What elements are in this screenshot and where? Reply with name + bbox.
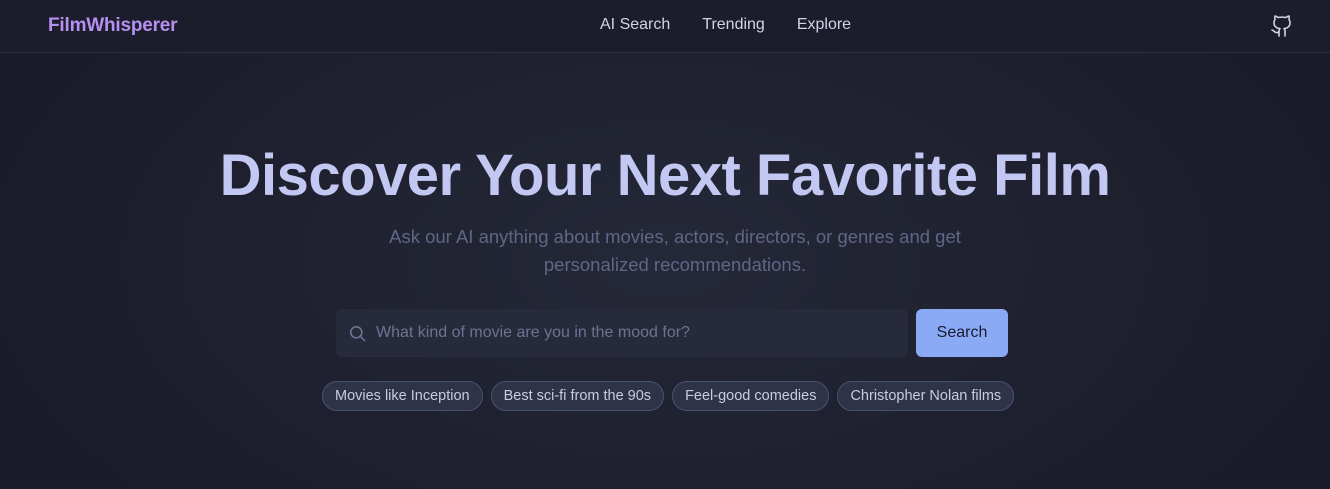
search-button[interactable]: Search [916, 309, 1008, 357]
search-icon [348, 324, 367, 343]
page: FilmWhisperer AI Search Trending Explore… [0, 0, 1330, 489]
suggestion-chip-comedies[interactable]: Feel-good comedies [672, 381, 830, 411]
suggestion-chip-inception[interactable]: Movies like Inception [322, 381, 483, 411]
github-icon[interactable] [1270, 14, 1294, 38]
suggestion-chip-nolan[interactable]: Christopher Nolan films [837, 381, 1015, 411]
suggestion-chips: Movies like Inception Best sci-fi from t… [322, 381, 1015, 411]
nav-links: AI Search Trending Explore [600, 16, 851, 34]
top-nav: FilmWhisperer AI Search Trending Explore [0, 0, 1330, 53]
nav-link-trending[interactable]: Trending [702, 16, 765, 34]
search-input[interactable] [376, 309, 896, 357]
nav-link-ai-search[interactable]: AI Search [600, 16, 670, 34]
nav-link-explore[interactable]: Explore [797, 16, 851, 34]
suggestion-chip-90s-scifi[interactable]: Best sci-fi from the 90s [490, 381, 665, 411]
search-box [336, 309, 908, 357]
brand-logo[interactable]: FilmWhisperer [48, 15, 178, 37]
hero-title: Discover Your Next Favorite Film [219, 143, 1111, 208]
hero-subtitle: Ask our AI anything about movies, actors… [389, 226, 961, 275]
